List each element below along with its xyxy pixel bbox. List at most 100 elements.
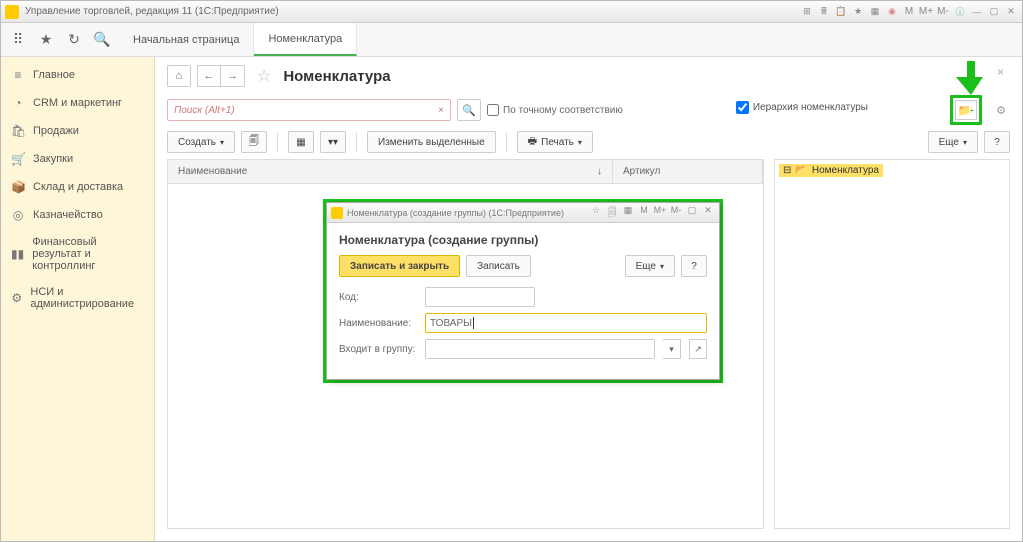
sidebar-item-label: Казначейство xyxy=(33,209,103,221)
dialog-tool-icon[interactable]: 🗐 xyxy=(605,205,619,221)
sidebar-item-treasury[interactable]: ◎ Казначейство xyxy=(1,201,154,229)
sidebar-item-label: Главное xyxy=(33,69,75,81)
sidebar-item-finance[interactable]: ▮▮Финансовый результат и контроллинг xyxy=(1,229,154,279)
group-open-icon[interactable]: ↗ xyxy=(689,339,707,359)
search-input[interactable]: Поиск (Alt+1) × xyxy=(167,99,451,121)
pie-icon: ◔ xyxy=(11,96,25,110)
history-icon[interactable]: ↻ xyxy=(65,31,83,48)
titlebar-icon[interactable]: ⊞ xyxy=(800,5,814,19)
app-icon xyxy=(5,5,19,19)
code-field[interactable] xyxy=(425,287,535,307)
sidebar-item-warehouse[interactable]: 📦Склад и доставка xyxy=(1,173,154,201)
titlebar-icon[interactable]: ★ xyxy=(851,5,865,19)
settings-icon[interactable]: ⚙ xyxy=(992,101,1010,119)
sidebar-item-label: Продажи xyxy=(33,125,79,137)
dialog-m[interactable]: M xyxy=(637,205,651,221)
titlebar-icon[interactable]: 🖩 xyxy=(817,5,831,19)
dialog-tool-icon[interactable]: ▦ xyxy=(621,205,635,221)
dialog-m-minus[interactable]: M- xyxy=(669,205,683,221)
create-button[interactable]: Создать▾ xyxy=(167,131,235,153)
table-header: Наименование ↓ Артикул xyxy=(168,160,763,184)
dialog-close-icon[interactable]: ✕ xyxy=(701,205,715,221)
close-icon[interactable]: ✕ xyxy=(1004,5,1018,19)
tab-label: Начальная страница xyxy=(133,34,239,46)
label-code: Код: xyxy=(339,292,417,303)
tab-label: Номенклатура xyxy=(268,33,342,45)
close-page-icon[interactable]: × xyxy=(997,65,1004,79)
name-field[interactable]: ТОВАРЫ xyxy=(425,313,707,333)
annotation-arrow xyxy=(956,61,986,98)
sidebar-item-purchases[interactable]: 🛒Закупки xyxy=(1,145,154,173)
exact-match-input[interactable] xyxy=(487,104,499,116)
exact-match-checkbox[interactable]: По точному соответствию xyxy=(487,104,623,116)
page-title: Номенклатура xyxy=(283,68,390,85)
group-dropdown-icon[interactable]: ▾ xyxy=(663,339,681,359)
dialog-maximize-icon[interactable]: ▢ xyxy=(685,205,699,221)
sidebar-item-label: НСИ и администрирование xyxy=(30,286,144,310)
print-button[interactable]: 🖶 Печать ▾ xyxy=(517,131,593,153)
hierarchy-input[interactable] xyxy=(736,101,749,114)
sidebar-item-crm[interactable]: ◔ CRM и маркетинг xyxy=(1,89,154,117)
circle-icon: ◎ xyxy=(11,208,25,222)
sidebar-item-sales[interactable]: 🛍 Продажи xyxy=(1,117,154,145)
toolbar-button-1[interactable]: ▦ xyxy=(288,131,314,153)
clear-icon[interactable]: × xyxy=(438,105,444,116)
folder-icon: 📂 xyxy=(795,165,807,176)
hierarchy-label: Иерархия номенклатуры xyxy=(753,102,868,113)
titlebar-icon[interactable]: 📋 xyxy=(834,5,848,19)
create-group-button[interactable]: 📁+ xyxy=(955,100,977,120)
sidebar-item-nsi[interactable]: ⚙НСИ и администрирование xyxy=(1,279,154,317)
sidebar: ≡Главное ◔ CRM и маркетинг 🛍 Продажи 🛒Заку… xyxy=(1,57,155,541)
col-article[interactable]: Артикул xyxy=(613,160,763,183)
save-close-button[interactable]: Записать и закрыть xyxy=(339,255,460,277)
content-header: ⌂ ← → ☆ Номенклатура xyxy=(167,65,1010,87)
apps-icon[interactable]: ⠿ xyxy=(9,31,27,48)
sort-icon: ↓ xyxy=(597,166,602,177)
change-selected-button[interactable]: Изменить выделенные xyxy=(367,131,496,153)
window-title: Управление торговлей, редакция 11 (1С:Пр… xyxy=(25,6,800,17)
star-icon[interactable]: ★ xyxy=(37,31,55,48)
create-group-highlight: 📁+ xyxy=(950,95,982,125)
text-cursor xyxy=(473,317,474,329)
collapse-icon[interactable]: ⊟ xyxy=(783,165,791,176)
titlebar-m-plus[interactable]: M+ xyxy=(919,5,933,19)
titlebar-m-minus[interactable]: M- xyxy=(936,5,950,19)
help-button[interactable]: ? xyxy=(984,131,1010,153)
dialog-help-button[interactable]: ? xyxy=(681,255,707,277)
more-button[interactable]: Еще ▾ xyxy=(928,131,978,153)
bag-icon: 🛍 xyxy=(11,124,25,138)
sidebar-item-label: CRM и маркетинг xyxy=(33,97,122,109)
copy-button[interactable]: 🗐 xyxy=(241,131,267,153)
dialog-titlebar[interactable]: Номенклатура (создание группы) (1С:Предп… xyxy=(327,203,719,223)
titlebar-icon[interactable]: ▦ xyxy=(868,5,882,19)
tab-start[interactable]: Начальная страница xyxy=(119,23,254,56)
dialog-tool-icon[interactable]: ☆ xyxy=(589,205,603,221)
col-name[interactable]: Наименование ↓ xyxy=(168,160,613,183)
titlebar-m[interactable]: M xyxy=(902,5,916,19)
toolbar-button-2[interactable]: ▾▾ xyxy=(320,131,346,153)
info-icon[interactable]: ⓘ xyxy=(953,5,967,19)
minimize-icon[interactable]: — xyxy=(970,5,984,19)
separator xyxy=(506,132,507,152)
sidebar-item-main[interactable]: ≡Главное xyxy=(1,61,154,89)
dialog-window-title: Номенклатура (создание группы) (1С:Предп… xyxy=(347,208,589,218)
hierarchy-checkbox[interactable]: Иерархия номенклатуры xyxy=(736,101,868,114)
dialog-heading: Номенклатура (создание группы) xyxy=(339,233,707,247)
search-button[interactable]: 🔍 xyxy=(457,99,481,121)
tab-nomenclature[interactable]: Номенклатура xyxy=(254,23,357,56)
home-button[interactable]: ⌂ xyxy=(167,65,191,87)
back-button[interactable]: ← xyxy=(197,65,221,87)
favorite-icon[interactable]: ☆ xyxy=(257,66,271,86)
exact-match-label: По точному соответствию xyxy=(503,105,623,116)
dialog-more-button[interactable]: Еще ▾ xyxy=(625,255,675,277)
tree-root[interactable]: ⊟ 📂 Номенклатура xyxy=(779,164,883,177)
titlebar-icon[interactable]: ◉ xyxy=(885,5,899,19)
save-button[interactable]: Записать xyxy=(466,255,531,277)
maximize-icon[interactable]: ▢ xyxy=(987,5,1001,19)
group-field[interactable] xyxy=(425,339,655,359)
forward-button[interactable]: → xyxy=(221,65,245,87)
separator xyxy=(277,132,278,152)
dialog-m-plus[interactable]: M+ xyxy=(653,205,667,221)
sidebar-item-label: Финансовый результат и контроллинг xyxy=(32,236,144,272)
search-icon[interactable]: 🔍 xyxy=(93,31,111,48)
